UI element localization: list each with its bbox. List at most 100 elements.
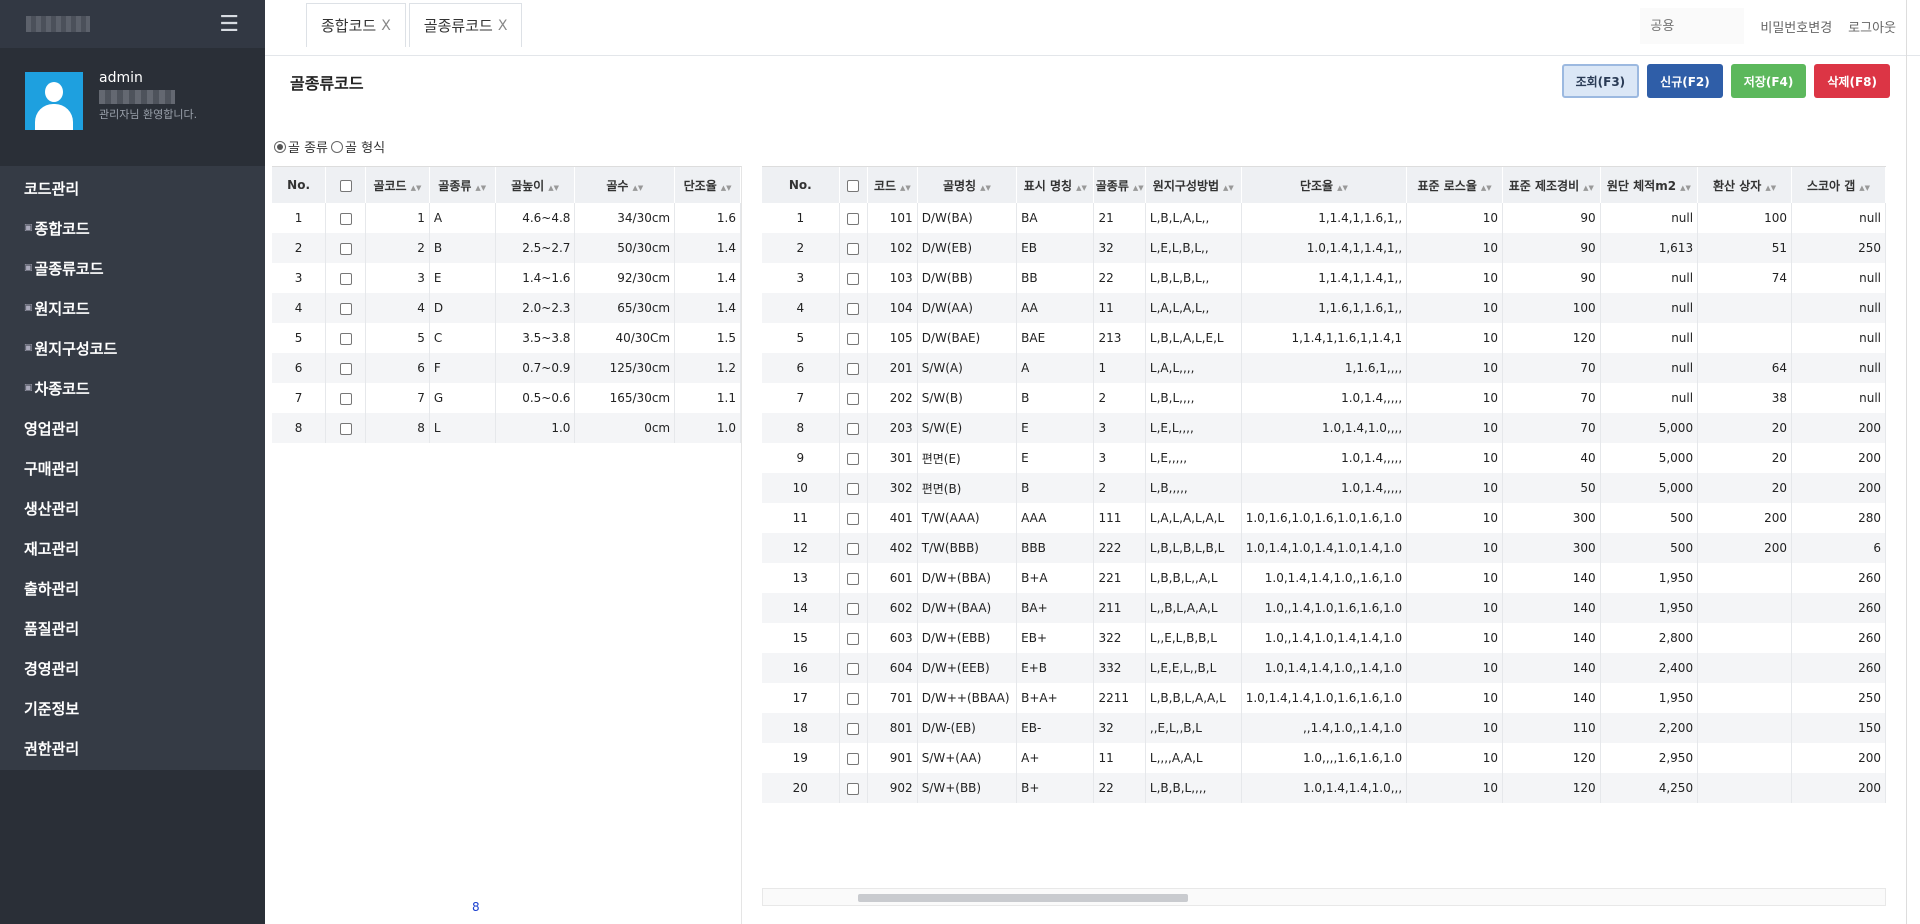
column-header[interactable]: 골종류 ▲▼ — [1093, 167, 1146, 203]
logout-link[interactable]: 로그아웃 — [1848, 17, 1896, 36]
horizontal-scrollbar[interactable] — [762, 888, 1886, 906]
delete-button[interactable]: 삭제(F8) — [1814, 64, 1890, 98]
table-row[interactable]: 6 201 S/W(A) A 1 L,A,L,,,, 1,1.6,1,,,, 10 70 null… — [762, 353, 1886, 383]
table-row[interactable]: 5 5 C 3.5~3.8 40/30Cm 1.5 — [272, 323, 741, 353]
table-row[interactable]: 11 401 T/W(AAA) AAA 111 L,A,L,A,L,A,L 1.0,1.6,… — [762, 503, 1886, 533]
row-checkbox[interactable] — [339, 422, 352, 435]
scrollbar-thumb[interactable] — [858, 894, 1188, 902]
column-header[interactable] — [325, 167, 366, 203]
tab-0[interactable]: 종합코드 X — [306, 3, 406, 47]
row-checkbox[interactable] — [339, 272, 352, 285]
column-header[interactable]: 단조율 ▲▼ — [674, 167, 741, 203]
query-button[interactable]: 조회(F3) — [1561, 64, 1640, 98]
sidebar-item-2[interactable]: ▣ 골종류코드 — [0, 248, 265, 288]
column-header[interactable]: 골높이 ▲▼ — [495, 167, 576, 203]
table-row[interactable]: 5 105 D/W(BAE) BAE 213 L,B,L,A,L,E,L 1,1.4,1,1… — [762, 323, 1886, 353]
row-checkbox[interactable] — [847, 662, 860, 675]
new-button[interactable]: 신규(F2) — [1647, 64, 1723, 98]
sort-icon[interactable]: ▲▼ — [1680, 184, 1691, 192]
table-row[interactable]: 10 302 편면(B) B 2 L,B,,,,, 1.0,1.4,,,,, 10 50 5,00… — [762, 473, 1886, 503]
row-checkbox[interactable] — [847, 212, 860, 225]
column-header[interactable]: No. — [272, 167, 327, 203]
row-checkbox[interactable] — [847, 482, 860, 495]
sort-icon[interactable]: ▲▼ — [1337, 184, 1348, 192]
column-header[interactable]: 골명칭 ▲▼ — [917, 167, 1018, 203]
row-checkbox[interactable] — [847, 452, 860, 465]
table-row[interactable]: 13 601 D/W+(BBA) B+A 221 L,B,B,L,,A,L 1.0,1.4,… — [762, 563, 1886, 593]
select-all-checkbox[interactable] — [847, 179, 860, 192]
sidebar-item-3[interactable]: ▣ 원지코드 — [0, 288, 265, 328]
sidebar-item-10[interactable]: 출하관리 — [0, 568, 265, 608]
sort-icon[interactable]: ▲▼ — [1223, 184, 1234, 192]
row-checkbox[interactable] — [339, 212, 352, 225]
sidebar-item-12[interactable]: 경영관리 — [0, 648, 265, 688]
sidebar-item-7[interactable]: 구매관리 — [0, 448, 265, 488]
sidebar-item-4[interactable]: ▣ 원지구성코드 — [0, 328, 265, 368]
column-header[interactable]: 단조율 ▲▼ — [1241, 167, 1408, 203]
sort-icon[interactable]: ▲▼ — [548, 184, 559, 192]
radio-flute-form[interactable]: 골 형식 — [331, 137, 385, 156]
table-row[interactable]: 17 701 D/W++(BBAA) B+A+ 2211 L,B,B,L,A,A,L 1.0… — [762, 683, 1886, 713]
sort-icon[interactable]: ▲▼ — [632, 184, 643, 192]
row-checkbox[interactable] — [339, 332, 352, 345]
column-header[interactable]: 골종류 ▲▼ — [429, 167, 496, 203]
sort-icon[interactable]: ▲▼ — [475, 184, 486, 192]
sidebar-item-11[interactable]: 품질관리 — [0, 608, 265, 648]
table-row[interactable]: 15 603 D/W+(EBB) EB+ 322 L,,E,L,B,B,L 1.0,,1.4… — [762, 623, 1886, 653]
row-checkbox[interactable] — [339, 242, 352, 255]
sort-icon[interactable]: ▲▼ — [1133, 184, 1144, 192]
table-row[interactable]: 18 801 D/W-(EB) EB- 32 ,,E,L,,B,L ,,1.4,1.0,,1… — [762, 713, 1886, 743]
change-password-link[interactable]: 비밀번호변경 — [1760, 17, 1832, 36]
sidebar-item-9[interactable]: 재고관리 — [0, 528, 265, 568]
column-header[interactable]: 스코아 갭 ▲▼ — [1791, 167, 1886, 203]
hamburger-icon[interactable]: ☰ — [219, 12, 239, 37]
column-header[interactable]: 환산 상자 ▲▼ — [1697, 167, 1792, 203]
row-checkbox[interactable] — [847, 542, 860, 555]
row-checkbox[interactable] — [339, 392, 352, 405]
table-row[interactable]: 12 402 T/W(BBB) BBB 222 L,B,L,B,L,B,L 1.0,1.4,… — [762, 533, 1886, 563]
sort-icon[interactable]: ▲▼ — [1583, 184, 1594, 192]
sidebar-item-1[interactable]: ▣ 종합코드 — [0, 208, 265, 248]
sidebar-item-5[interactable]: ▣ 차종코드 — [0, 368, 265, 408]
column-header[interactable] — [839, 167, 869, 203]
sort-icon[interactable]: ▲▼ — [900, 184, 911, 192]
column-header[interactable]: 표준 제조경비 ▲▼ — [1502, 167, 1601, 203]
column-header[interactable]: 골코드 ▲▼ — [365, 167, 430, 203]
row-checkbox[interactable] — [847, 362, 860, 375]
row-checkbox[interactable] — [847, 242, 860, 255]
row-checkbox[interactable] — [847, 722, 860, 735]
column-header[interactable]: 표준 로스율 ▲▼ — [1406, 167, 1503, 203]
row-checkbox[interactable] — [847, 602, 860, 615]
sidebar-item-14[interactable]: 권한관리 — [0, 728, 265, 768]
row-checkbox[interactable] — [339, 302, 352, 315]
row-checkbox[interactable] — [847, 512, 860, 525]
sort-icon[interactable]: ▲▼ — [1765, 184, 1776, 192]
row-checkbox[interactable] — [847, 302, 860, 315]
close-icon[interactable]: X — [381, 18, 391, 34]
search-input[interactable] — [1640, 8, 1745, 44]
table-row[interactable]: 2 102 D/W(EB) EB 32 L,E,L,B,L,, 1.0,1.4,1,1.4,… — [762, 233, 1886, 263]
radio-flute-type[interactable]: 골 종류 — [274, 137, 328, 156]
column-header[interactable]: 원지구성방법 ▲▼ — [1145, 167, 1242, 203]
table-row[interactable]: 1 1 A 4.6~4.8 34/30cm 1.6 — [272, 203, 741, 233]
table-row[interactable]: 14 602 D/W+(BAA) BA+ 211 L,,B,L,A,A,L 1.0,,1.4… — [762, 593, 1886, 623]
table-row[interactable]: 1 101 D/W(BA) BA 21 L,B,L,A,L,, 1,1.4,1,1.6,1,… — [762, 203, 1886, 233]
table-row[interactable]: 3 103 D/W(BB) BB 22 L,B,L,B,L,, 1,1.4,1,1.4,1,… — [762, 263, 1886, 293]
table-row[interactable]: 8 203 S/W(E) E 3 L,E,L,,,, 1.0,1.4,1.0,,,, 10 70… — [762, 413, 1886, 443]
sort-icon[interactable]: ▲▼ — [1481, 184, 1492, 192]
row-checkbox[interactable] — [847, 272, 860, 285]
row-checkbox[interactable] — [847, 422, 860, 435]
sort-icon[interactable]: ▲▼ — [1076, 184, 1087, 192]
save-button[interactable]: 저장(F4) — [1730, 64, 1807, 98]
table-row[interactable]: 4 104 D/W(AA) AA 11 L,A,L,A,L,, 1,1.6,1,1.6,1,… — [762, 293, 1886, 323]
table-row[interactable]: 4 4 D 2.0~2.3 65/30cm 1.4 — [272, 293, 741, 323]
sidebar-item-13[interactable]: 기준정보 — [0, 688, 265, 728]
row-checkbox[interactable] — [847, 692, 860, 705]
table-row[interactable]: 20 902 S/W+(BB) B+ 22 L,B,B,L,,,, 1.0,1.4,1.4,… — [762, 773, 1886, 803]
row-checkbox[interactable] — [847, 782, 860, 795]
sort-icon[interactable]: ▲▼ — [411, 184, 422, 192]
sidebar-item-6[interactable]: 영업관리 — [0, 408, 265, 448]
table-row[interactable]: 7 7 G 0.5~0.6 165/30cm 1.1 — [272, 383, 741, 413]
table-row[interactable]: 6 6 F 0.7~0.9 125/30cm 1.2 — [272, 353, 741, 383]
vertical-scrollbar[interactable] — [1906, 0, 1914, 924]
